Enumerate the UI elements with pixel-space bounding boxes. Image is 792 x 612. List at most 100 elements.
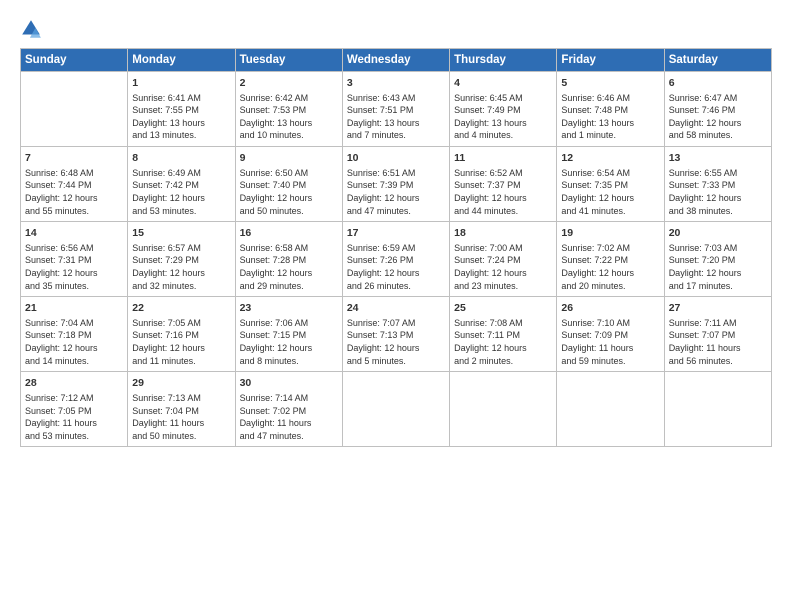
- calendar-cell: 12Sunrise: 6:54 AM Sunset: 7:35 PM Dayli…: [557, 147, 664, 222]
- calendar-cell: 20Sunrise: 7:03 AM Sunset: 7:20 PM Dayli…: [664, 222, 771, 297]
- calendar-cell: 23Sunrise: 7:06 AM Sunset: 7:15 PM Dayli…: [235, 297, 342, 372]
- day-number: 7: [25, 151, 123, 166]
- day-number: 13: [669, 151, 767, 166]
- calendar-cell: 21Sunrise: 7:04 AM Sunset: 7:18 PM Dayli…: [21, 297, 128, 372]
- week-row-3: 21Sunrise: 7:04 AM Sunset: 7:18 PM Dayli…: [21, 297, 772, 372]
- calendar-cell: 14Sunrise: 6:56 AM Sunset: 7:31 PM Dayli…: [21, 222, 128, 297]
- cell-info: Sunrise: 6:57 AM Sunset: 7:29 PM Dayligh…: [132, 242, 230, 292]
- day-number: 12: [561, 151, 659, 166]
- calendar-cell: 11Sunrise: 6:52 AM Sunset: 7:37 PM Dayli…: [450, 147, 557, 222]
- calendar-cell: 7Sunrise: 6:48 AM Sunset: 7:44 PM Daylig…: [21, 147, 128, 222]
- calendar-cell: 24Sunrise: 7:07 AM Sunset: 7:13 PM Dayli…: [342, 297, 449, 372]
- cell-info: Sunrise: 7:03 AM Sunset: 7:20 PM Dayligh…: [669, 242, 767, 292]
- day-header-wednesday: Wednesday: [342, 49, 449, 72]
- calendar-cell: 2Sunrise: 6:42 AM Sunset: 7:53 PM Daylig…: [235, 72, 342, 147]
- calendar-cell: 18Sunrise: 7:00 AM Sunset: 7:24 PM Dayli…: [450, 222, 557, 297]
- header-row: SundayMondayTuesdayWednesdayThursdayFrid…: [21, 49, 772, 72]
- day-number: 1: [132, 76, 230, 91]
- day-header-sunday: Sunday: [21, 49, 128, 72]
- cell-info: Sunrise: 6:50 AM Sunset: 7:40 PM Dayligh…: [240, 167, 338, 217]
- day-number: 21: [25, 301, 123, 316]
- cell-info: Sunrise: 6:54 AM Sunset: 7:35 PM Dayligh…: [561, 167, 659, 217]
- day-number: 29: [132, 376, 230, 391]
- calendar-cell: [557, 372, 664, 447]
- cell-info: Sunrise: 7:14 AM Sunset: 7:02 PM Dayligh…: [240, 392, 338, 442]
- calendar-cell: 17Sunrise: 6:59 AM Sunset: 7:26 PM Dayli…: [342, 222, 449, 297]
- calendar-cell: 16Sunrise: 6:58 AM Sunset: 7:28 PM Dayli…: [235, 222, 342, 297]
- cell-info: Sunrise: 6:52 AM Sunset: 7:37 PM Dayligh…: [454, 167, 552, 217]
- day-number: 3: [347, 76, 445, 91]
- cell-info: Sunrise: 6:43 AM Sunset: 7:51 PM Dayligh…: [347, 92, 445, 142]
- cell-info: Sunrise: 6:47 AM Sunset: 7:46 PM Dayligh…: [669, 92, 767, 142]
- calendar-cell: 15Sunrise: 6:57 AM Sunset: 7:29 PM Dayli…: [128, 222, 235, 297]
- cell-info: Sunrise: 7:00 AM Sunset: 7:24 PM Dayligh…: [454, 242, 552, 292]
- cell-info: Sunrise: 6:51 AM Sunset: 7:39 PM Dayligh…: [347, 167, 445, 217]
- calendar-cell: 22Sunrise: 7:05 AM Sunset: 7:16 PM Dayli…: [128, 297, 235, 372]
- cell-info: Sunrise: 7:07 AM Sunset: 7:13 PM Dayligh…: [347, 317, 445, 367]
- calendar-cell: 10Sunrise: 6:51 AM Sunset: 7:39 PM Dayli…: [342, 147, 449, 222]
- day-number: 27: [669, 301, 767, 316]
- day-header-saturday: Saturday: [664, 49, 771, 72]
- day-number: 28: [25, 376, 123, 391]
- week-row-1: 7Sunrise: 6:48 AM Sunset: 7:44 PM Daylig…: [21, 147, 772, 222]
- cell-info: Sunrise: 7:13 AM Sunset: 7:04 PM Dayligh…: [132, 392, 230, 442]
- cell-info: Sunrise: 6:48 AM Sunset: 7:44 PM Dayligh…: [25, 167, 123, 217]
- cell-info: Sunrise: 6:41 AM Sunset: 7:55 PM Dayligh…: [132, 92, 230, 142]
- day-number: 20: [669, 226, 767, 241]
- day-number: 23: [240, 301, 338, 316]
- page: SundayMondayTuesdayWednesdayThursdayFrid…: [0, 0, 792, 612]
- day-number: 8: [132, 151, 230, 166]
- cell-info: Sunrise: 6:49 AM Sunset: 7:42 PM Dayligh…: [132, 167, 230, 217]
- calendar-cell: [450, 372, 557, 447]
- day-number: 15: [132, 226, 230, 241]
- calendar-cell: 8Sunrise: 6:49 AM Sunset: 7:42 PM Daylig…: [128, 147, 235, 222]
- cell-info: Sunrise: 7:05 AM Sunset: 7:16 PM Dayligh…: [132, 317, 230, 367]
- cell-info: Sunrise: 6:42 AM Sunset: 7:53 PM Dayligh…: [240, 92, 338, 142]
- cell-info: Sunrise: 7:10 AM Sunset: 7:09 PM Dayligh…: [561, 317, 659, 367]
- day-number: 18: [454, 226, 552, 241]
- day-number: 4: [454, 76, 552, 91]
- calendar-cell: 29Sunrise: 7:13 AM Sunset: 7:04 PM Dayli…: [128, 372, 235, 447]
- calendar-cell: 5Sunrise: 6:46 AM Sunset: 7:48 PM Daylig…: [557, 72, 664, 147]
- calendar-cell: [21, 72, 128, 147]
- calendar-cell: 19Sunrise: 7:02 AM Sunset: 7:22 PM Dayli…: [557, 222, 664, 297]
- cell-info: Sunrise: 7:04 AM Sunset: 7:18 PM Dayligh…: [25, 317, 123, 367]
- calendar-cell: 25Sunrise: 7:08 AM Sunset: 7:11 PM Dayli…: [450, 297, 557, 372]
- week-row-4: 28Sunrise: 7:12 AM Sunset: 7:05 PM Dayli…: [21, 372, 772, 447]
- calendar-cell: 9Sunrise: 6:50 AM Sunset: 7:40 PM Daylig…: [235, 147, 342, 222]
- cell-info: Sunrise: 7:12 AM Sunset: 7:05 PM Dayligh…: [25, 392, 123, 442]
- day-number: 26: [561, 301, 659, 316]
- calendar-cell: 13Sunrise: 6:55 AM Sunset: 7:33 PM Dayli…: [664, 147, 771, 222]
- day-header-friday: Friday: [557, 49, 664, 72]
- week-row-0: 1Sunrise: 6:41 AM Sunset: 7:55 PM Daylig…: [21, 72, 772, 147]
- cell-info: Sunrise: 6:46 AM Sunset: 7:48 PM Dayligh…: [561, 92, 659, 142]
- day-header-tuesday: Tuesday: [235, 49, 342, 72]
- day-number: 14: [25, 226, 123, 241]
- day-number: 11: [454, 151, 552, 166]
- calendar-cell: 4Sunrise: 6:45 AM Sunset: 7:49 PM Daylig…: [450, 72, 557, 147]
- day-number: 17: [347, 226, 445, 241]
- logo: [20, 18, 46, 40]
- calendar-cell: 6Sunrise: 6:47 AM Sunset: 7:46 PM Daylig…: [664, 72, 771, 147]
- calendar-cell: [342, 372, 449, 447]
- cell-info: Sunrise: 7:08 AM Sunset: 7:11 PM Dayligh…: [454, 317, 552, 367]
- cell-info: Sunrise: 6:59 AM Sunset: 7:26 PM Dayligh…: [347, 242, 445, 292]
- day-number: 2: [240, 76, 338, 91]
- logo-icon: [20, 18, 42, 40]
- day-header-thursday: Thursday: [450, 49, 557, 72]
- day-number: 30: [240, 376, 338, 391]
- day-number: 24: [347, 301, 445, 316]
- cell-info: Sunrise: 7:06 AM Sunset: 7:15 PM Dayligh…: [240, 317, 338, 367]
- calendar-cell: 28Sunrise: 7:12 AM Sunset: 7:05 PM Dayli…: [21, 372, 128, 447]
- calendar-cell: 1Sunrise: 6:41 AM Sunset: 7:55 PM Daylig…: [128, 72, 235, 147]
- day-number: 6: [669, 76, 767, 91]
- day-number: 25: [454, 301, 552, 316]
- cell-info: Sunrise: 6:56 AM Sunset: 7:31 PM Dayligh…: [25, 242, 123, 292]
- cell-info: Sunrise: 6:58 AM Sunset: 7:28 PM Dayligh…: [240, 242, 338, 292]
- day-number: 16: [240, 226, 338, 241]
- cell-info: Sunrise: 7:11 AM Sunset: 7:07 PM Dayligh…: [669, 317, 767, 367]
- week-row-2: 14Sunrise: 6:56 AM Sunset: 7:31 PM Dayli…: [21, 222, 772, 297]
- calendar-cell: [664, 372, 771, 447]
- calendar-cell: 27Sunrise: 7:11 AM Sunset: 7:07 PM Dayli…: [664, 297, 771, 372]
- day-number: 19: [561, 226, 659, 241]
